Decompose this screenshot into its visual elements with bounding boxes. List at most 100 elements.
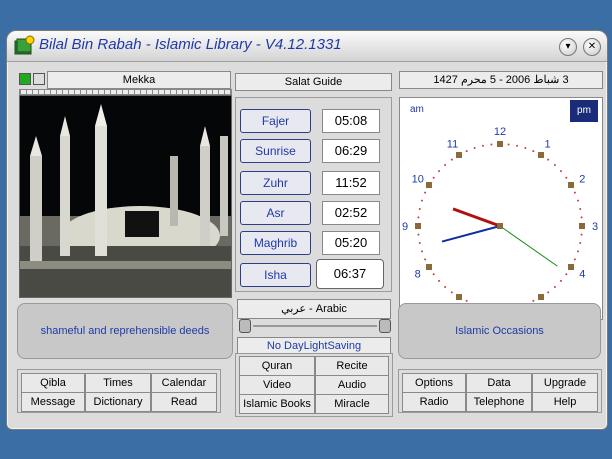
clock-minute-dot: [507, 143, 510, 146]
second-hand: [499, 225, 558, 267]
prayer-sunrise-button[interactable]: Sunrise: [240, 139, 311, 163]
prayer-fajer-time: 05:08: [322, 109, 380, 133]
radio-button[interactable]: Radio: [402, 392, 466, 412]
clock-number: 10: [412, 174, 424, 186]
options-button[interactable]: Options: [402, 373, 466, 393]
clock-minute-dot: [547, 158, 550, 161]
audio-button[interactable]: Audio: [315, 375, 389, 395]
clock-minute-dot: [418, 242, 421, 245]
clock-hour-marker: [579, 223, 585, 229]
clock-minute-dot: [580, 216, 583, 219]
clock-minute-dot: [559, 170, 562, 173]
read-button[interactable]: Read: [151, 392, 217, 412]
clock-minute-dot: [418, 207, 421, 210]
clock-hour-marker: [497, 141, 503, 147]
clock-minute-dot: [559, 279, 562, 282]
clock-number: 12: [494, 126, 506, 138]
mecca-image: [20, 96, 231, 297]
data-button[interactable]: Data: [466, 373, 532, 393]
clock-minute-dot: [444, 164, 447, 167]
clock-number: 2: [579, 174, 585, 186]
status-blank-indicator[interactable]: [33, 73, 45, 85]
date-display: 3 شباط 2006 - 5 محرم 1427: [399, 71, 603, 89]
clock-hour-marker: [425, 264, 432, 270]
clock-minute-dot: [532, 299, 535, 302]
clock-minute-dot: [573, 258, 576, 261]
clock-minute-dot: [421, 250, 424, 253]
clock-minute-dot: [438, 279, 441, 282]
clock-face: 121234567891011: [402, 126, 598, 319]
clock-hour-marker: [568, 182, 575, 188]
clock-number: 8: [415, 269, 421, 281]
prayer-zuhr-time: 11:52: [322, 171, 380, 195]
video-button[interactable]: Video: [239, 375, 315, 395]
dictionary-button[interactable]: Dictionary: [85, 392, 151, 412]
clock-number: 9: [402, 221, 408, 233]
clock-minute-dot: [424, 191, 427, 194]
prayer-fajer-button[interactable]: Fajer: [240, 109, 311, 133]
prayer-maghrib-button[interactable]: Maghrib: [240, 231, 311, 255]
qibla-button[interactable]: Qibla: [21, 373, 85, 393]
miracle-button[interactable]: Miracle: [315, 394, 389, 414]
clock-minute-dot: [438, 170, 441, 173]
clock-minute-dot: [553, 164, 556, 167]
analog-clock: am pm 121234567891011: [399, 97, 603, 320]
clock-minute-dot: [580, 233, 583, 236]
clock-minute-dot: [424, 258, 427, 261]
close-icon: ✕: [587, 41, 597, 52]
calendar-button[interactable]: Calendar: [151, 373, 217, 393]
clock-hour-marker: [425, 182, 432, 188]
slider-track: [253, 325, 377, 327]
prayer-asr-time: 02:52: [322, 201, 380, 225]
clock-center: [497, 223, 503, 229]
message-right: Islamic Occasions: [398, 303, 601, 359]
clock-minute-dot: [450, 158, 453, 161]
help-button[interactable]: Help: [532, 392, 598, 412]
clock-minute-dot: [432, 273, 435, 276]
language-selector[interactable]: عربي - Arabic: [237, 299, 391, 319]
clock-number: 3: [592, 221, 598, 233]
status-green-indicator[interactable]: [19, 73, 31, 85]
prayer-maghrib-time: 05:20: [322, 231, 380, 255]
quran-button[interactable]: Quran: [239, 356, 315, 376]
minimize-button[interactable]: ▾: [559, 38, 577, 56]
recite-button[interactable]: Recite: [315, 356, 389, 376]
message-button[interactable]: Message: [21, 392, 85, 412]
clock-minute-dot: [565, 273, 568, 276]
kaaba-photo: [19, 95, 232, 298]
library-app-icon: [14, 35, 35, 55]
message-left: shameful and reprehensible deeds: [17, 303, 233, 359]
clock-minute-dot: [573, 191, 576, 194]
slider-left-handle[interactable]: [239, 319, 251, 333]
title-bar[interactable]: Bilal Bin Rabah - Islamic Library - V4.1…: [7, 31, 607, 62]
location-label: Mekka: [47, 71, 231, 89]
clock-minute-dot: [417, 233, 420, 236]
clock-minute-dot: [579, 207, 582, 210]
prayer-asr-button[interactable]: Asr: [240, 201, 311, 225]
hour-hand: [452, 207, 501, 228]
clock-minute-dot: [473, 147, 476, 150]
clock-hour-marker: [456, 294, 462, 301]
prayer-isha-time: 06:37: [316, 259, 384, 289]
prayer-zuhr-button[interactable]: Zuhr: [240, 171, 311, 195]
clock-number: 4: [579, 269, 585, 281]
clock-minute-dot: [553, 285, 556, 288]
clock-minute-dot: [450, 291, 453, 294]
close-button[interactable]: ✕: [583, 38, 601, 56]
islamic-books-button[interactable]: Islamic Books: [239, 394, 315, 414]
telephone-button[interactable]: Telephone: [466, 392, 532, 412]
clock-hour-marker: [415, 223, 421, 229]
clock-minute-dot: [579, 242, 582, 245]
clock-hour-marker: [568, 264, 575, 270]
clock-number: 1: [544, 139, 550, 151]
slider-right-handle[interactable]: [379, 319, 391, 333]
upgrade-button[interactable]: Upgrade: [532, 373, 598, 393]
clock-hour-marker: [456, 151, 462, 158]
app-window: Bilal Bin Rabah - Islamic Library - V4.1…: [6, 30, 608, 430]
times-button[interactable]: Times: [85, 373, 151, 393]
window-title: Bilal Bin Rabah - Islamic Library - V4.1…: [39, 36, 342, 53]
prayer-isha-button[interactable]: Isha: [240, 263, 311, 287]
clock-hour-marker: [538, 294, 544, 301]
daylight-slider[interactable]: [239, 319, 391, 333]
minute-hand: [441, 225, 501, 243]
